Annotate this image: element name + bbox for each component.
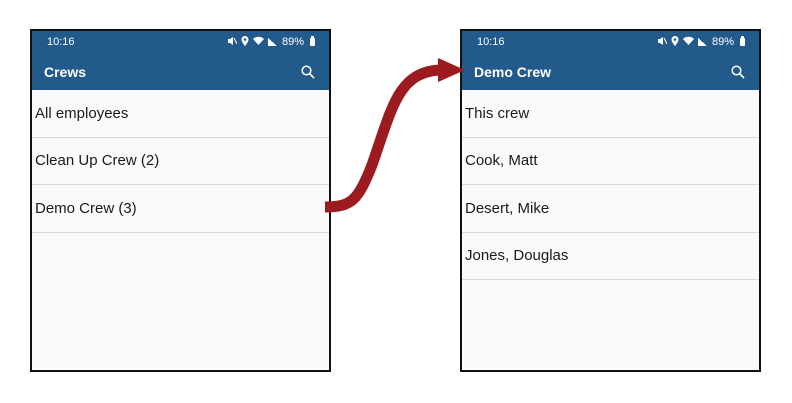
battery-percent: 89% <box>711 36 734 48</box>
battery-icon <box>310 36 315 46</box>
arrow-shaft <box>324 64 441 213</box>
page-title: Demo Crew <box>474 63 552 80</box>
list-item-this-crew[interactable]: This crew <box>462 90 759 138</box>
search-button[interactable] <box>299 63 317 81</box>
search-icon <box>301 64 315 79</box>
battery-icon <box>740 36 745 46</box>
status-bar: 10:16 89% <box>32 31 329 53</box>
app-bar: Demo Crew <box>462 53 759 90</box>
list-item-demo-crew[interactable]: Demo Crew (3) <box>32 185 329 233</box>
search-icon <box>731 64 745 79</box>
page-title: Crews <box>44 63 87 80</box>
list-item-label: Clean Up Crew (2) <box>35 152 160 170</box>
list-item-jones-douglas[interactable]: Jones, Douglas <box>462 233 759 280</box>
wifi-icon <box>252 36 264 48</box>
screenshot-stage: 10:16 89% Crews All employees Clean Up C… <box>0 0 792 403</box>
crews-screen: 10:16 89% Crews All employees Clean Up C… <box>30 29 331 372</box>
list-item-label: Demo Crew (3) <box>35 199 137 217</box>
list-item-cook-matt[interactable]: Cook, Matt <box>462 138 759 185</box>
status-icons <box>657 35 707 49</box>
wifi-icon <box>682 36 694 48</box>
list-item-label: Jones, Douglas <box>465 247 569 265</box>
search-button[interactable] <box>729 63 747 81</box>
app-bar: Crews <box>32 53 329 90</box>
list-item-desert-mike[interactable]: Desert, Mike <box>462 185 759 233</box>
signal-icon <box>697 38 707 46</box>
crew-member-list: This crew Cook, Matt Desert, Mike Jones,… <box>462 90 759 280</box>
status-icons <box>227 35 277 49</box>
signal-icon <box>267 38 277 46</box>
mute-icon <box>657 36 668 49</box>
list-item-clean-up-crew[interactable]: Clean Up Crew (2) <box>32 138 329 185</box>
list-item-label: This crew <box>465 104 530 122</box>
list-item-label: Desert, Mike <box>465 199 550 217</box>
list-item-label: Cook, Matt <box>465 152 538 170</box>
status-icons-group: 89% <box>227 35 315 49</box>
status-icons-group: 89% <box>657 35 745 49</box>
crew-list: All employees Clean Up Crew (2) Demo Cre… <box>32 90 329 233</box>
demo-crew-screen: 10:16 89% Demo Crew This crew Cook, Matt… <box>460 29 761 372</box>
status-time: 10:16 <box>47 36 75 48</box>
location-icon <box>241 35 249 49</box>
location-icon <box>671 35 679 49</box>
status-time: 10:16 <box>477 36 505 48</box>
status-bar: 10:16 89% <box>462 31 759 53</box>
mute-icon <box>227 36 238 49</box>
battery-percent: 89% <box>281 36 304 48</box>
list-item-label: All employees <box>35 104 129 122</box>
list-item-all-employees[interactable]: All employees <box>32 90 329 138</box>
